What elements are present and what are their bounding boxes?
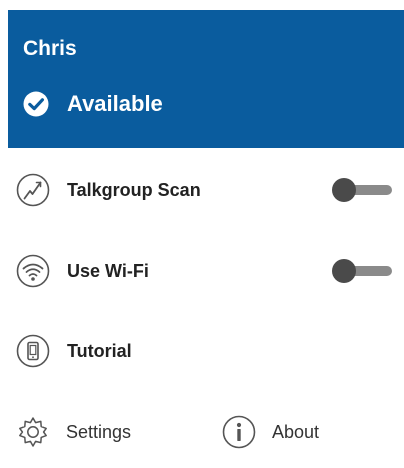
wifi-icon	[16, 254, 50, 288]
status-label: Available	[67, 91, 163, 116]
status-selector[interactable]: Available	[23, 90, 163, 118]
use-wifi-toggle[interactable]	[332, 259, 394, 283]
info-icon	[222, 415, 256, 449]
gear-icon	[19, 417, 47, 447]
menu-item-label: Tutorial	[67, 341, 132, 361]
tutorial-icon	[16, 334, 50, 368]
check-circle-icon	[23, 91, 49, 117]
scan-icon	[16, 173, 50, 207]
navigation-drawer: Chris Available Talkgroup Scan Use Wi-Fi…	[0, 0, 404, 468]
menu-item-label: Talkgroup Scan	[67, 180, 201, 200]
about-label: About	[272, 422, 320, 442]
top-edge	[8, 0, 404, 8]
toggle-thumb	[332, 178, 356, 202]
menu-item-label: Use Wi-Fi	[67, 261, 149, 281]
settings-label: Settings	[66, 422, 132, 442]
menu-item-use-wifi[interactable]: Use Wi-Fi	[0, 241, 404, 301]
menu-item-tutorial[interactable]: Tutorial	[0, 321, 404, 381]
user-name: Chris	[23, 37, 77, 60]
drawer-footer: Settings About	[0, 404, 404, 460]
drawer-header: Chris Available	[8, 10, 404, 148]
settings-button[interactable]: Settings	[16, 414, 131, 450]
toggle-thumb	[332, 259, 356, 283]
talkgroup-scan-toggle[interactable]	[332, 178, 394, 202]
menu-item-talkgroup-scan[interactable]: Talkgroup Scan	[0, 160, 404, 220]
about-button[interactable]: About	[222, 414, 319, 450]
